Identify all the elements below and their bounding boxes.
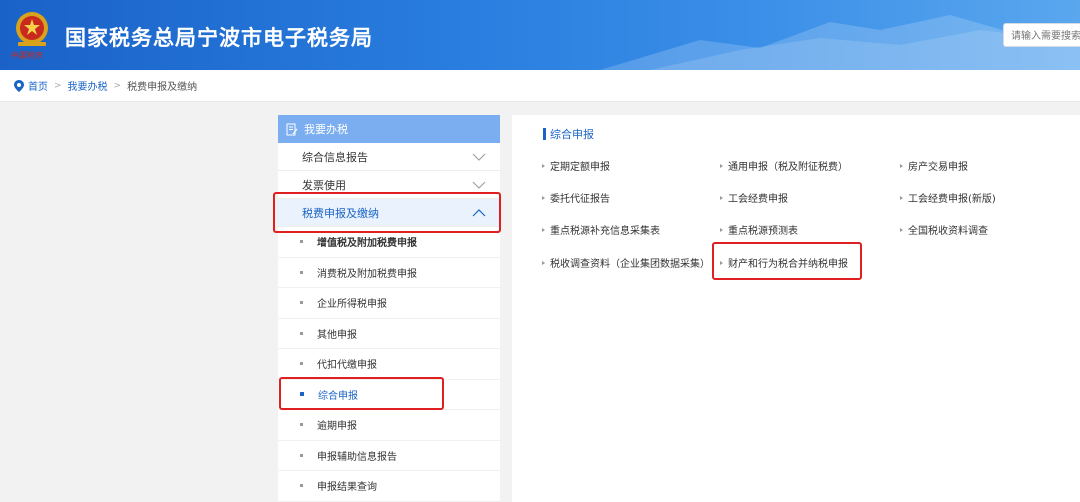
search-input[interactable] bbox=[1004, 25, 1080, 48]
bullet-dot bbox=[300, 362, 303, 366]
sidebar-header: 我要办税 bbox=[278, 115, 500, 143]
sidebar-item-label: 增值税及附加税费申报 bbox=[317, 238, 417, 250]
link-key-source-forecast[interactable]: 重点税源预测表 bbox=[720, 222, 798, 237]
sidebar-group-info-report[interactable]: 综合信息报告 bbox=[278, 143, 500, 171]
bullet-dot bbox=[300, 331, 303, 335]
link-key-source-supplement[interactable]: 重点税源补充信息采集表 bbox=[542, 222, 660, 237]
bullet-dot bbox=[300, 484, 303, 488]
bullet-dot bbox=[300, 270, 303, 274]
triangle-bullet-icon bbox=[720, 195, 723, 200]
sidebar-item-label: 逾期申报 bbox=[317, 421, 357, 433]
link-union-fee-new[interactable]: 工会经费申报(新版) bbox=[900, 190, 996, 205]
link-entrusted-collection[interactable]: 委托代征报告 bbox=[542, 190, 610, 205]
sidebar-item-label: 其他申报 bbox=[317, 329, 357, 341]
site-title: 国家税务总局宁波市电子税务局 bbox=[65, 26, 373, 50]
sidebar-item-overdue[interactable]: 逾期申报 bbox=[278, 410, 500, 441]
sidebar-item-comprehensive[interactable]: 综合申报 bbox=[278, 380, 500, 410]
breadcrumb-tax-link[interactable]: 我要办税 bbox=[68, 78, 108, 93]
triangle-bullet-icon bbox=[542, 260, 545, 265]
link-union-fee[interactable]: 工会经费申报 bbox=[720, 190, 788, 205]
sidebar-group-label: 综合信息报告 bbox=[302, 150, 368, 164]
sidebar-group-label: 发票使用 bbox=[302, 178, 346, 192]
triangle-bullet-icon bbox=[900, 227, 903, 232]
bullet-dot bbox=[300, 301, 303, 305]
sidebar-header-label: 我要办税 bbox=[304, 123, 348, 136]
link-label: 工会经费申报 bbox=[728, 194, 788, 205]
link-label: 定期定额申报 bbox=[550, 162, 610, 173]
sidebar-item-label: 申报结果查询 bbox=[317, 482, 377, 494]
breadcrumb-home-link[interactable]: 首页 bbox=[28, 78, 48, 93]
link-label: 工会经费申报(新版) bbox=[908, 194, 996, 205]
main-content: 综合申报 定期定额申报 通用申报（税及附征税费） 房产交易申报 委托代征报告 工… bbox=[512, 115, 1080, 502]
triangle-bullet-icon bbox=[542, 227, 545, 232]
link-general-filing[interactable]: 通用申报（税及附征税费） bbox=[720, 158, 848, 173]
sidebar-item-withholding[interactable]: 代扣代缴申报 bbox=[278, 349, 500, 380]
link-label: 全国税收资料调查 bbox=[908, 226, 988, 237]
sidebar-group-tax-filing[interactable]: 税费申报及缴纳 bbox=[278, 199, 500, 227]
link-label: 财产和行为税合并纳税申报 bbox=[728, 259, 848, 270]
svg-text:中国税务: 中国税务 bbox=[10, 51, 43, 60]
breadcrumb-current: 税费申报及缴纳 bbox=[127, 82, 198, 93]
sidebar-group-invoice[interactable]: 发票使用 bbox=[278, 171, 500, 199]
triangle-bullet-icon bbox=[900, 195, 903, 200]
triangle-bullet-icon bbox=[720, 260, 723, 265]
bullet-dot bbox=[300, 423, 303, 427]
link-label: 通用申报（税及附征税费） bbox=[728, 162, 848, 173]
link-label: 重点税源预测表 bbox=[728, 226, 798, 237]
sidebar-item-label: 消费税及附加税费申报 bbox=[317, 268, 417, 280]
sidebar-item-auxiliary-report[interactable]: 申报辅助信息报告 bbox=[278, 441, 500, 471]
triangle-bullet-icon bbox=[542, 163, 545, 168]
section-title: 综合申报 bbox=[543, 126, 594, 142]
section-title-label: 综合申报 bbox=[550, 128, 594, 141]
location-pin-icon bbox=[14, 79, 24, 92]
bullet-dot bbox=[300, 392, 304, 397]
link-tax-survey-group[interactable]: 税收调查资料（企业集团数据采集） bbox=[542, 255, 710, 270]
bullet-dot bbox=[300, 453, 303, 457]
chevron-up-icon bbox=[472, 208, 486, 216]
sidebar-item-corporate-income-tax[interactable]: 企业所得税申报 bbox=[278, 288, 500, 319]
link-label: 委托代征报告 bbox=[550, 194, 610, 205]
sidebar-item-vat[interactable]: 增值税及附加税费申报 bbox=[278, 227, 500, 258]
sidebar-item-result-query[interactable]: 申报结果查询 bbox=[278, 471, 500, 502]
chevron-down-icon bbox=[472, 181, 486, 189]
breadcrumb: 首页 > 我要办税 > 税费申报及缴纳 bbox=[0, 70, 1080, 102]
sidebar-item-label: 综合申报 bbox=[318, 390, 358, 402]
search-box[interactable] bbox=[1003, 23, 1080, 48]
link-label: 税收调查资料（企业集团数据采集） bbox=[550, 259, 710, 270]
link-fixed-quota[interactable]: 定期定额申报 bbox=[542, 158, 610, 173]
sidebar-group-label: 税费申报及缴纳 bbox=[302, 206, 379, 220]
sidebar: 我要办税 综合信息报告 发票使用 税费申报及缴纳 增值税及附加税费申报 消费税及… bbox=[278, 115, 500, 502]
sidebar-item-other[interactable]: 其他申报 bbox=[278, 319, 500, 349]
tax-emblem-icon: 中国税务 bbox=[10, 12, 48, 60]
sidebar-item-label: 申报辅助信息报告 bbox=[317, 451, 397, 463]
triangle-bullet-icon bbox=[542, 195, 545, 200]
breadcrumb-separator: > bbox=[54, 80, 62, 91]
document-edit-icon bbox=[286, 123, 298, 135]
title-accent-bar bbox=[543, 128, 546, 140]
triangle-bullet-icon bbox=[720, 163, 723, 168]
breadcrumb-separator: > bbox=[113, 80, 122, 91]
link-label: 重点税源补充信息采集表 bbox=[550, 226, 660, 237]
sidebar-item-label: 企业所得税申报 bbox=[317, 299, 387, 311]
site-header: 中国税务 国家税务总局宁波市电子税务局 bbox=[0, 0, 1080, 70]
sidebar-item-consumption-tax[interactable]: 消费税及附加税费申报 bbox=[278, 258, 500, 288]
sidebar-item-label: 代扣代缴申报 bbox=[317, 360, 377, 372]
bullet-dot bbox=[300, 240, 303, 244]
triangle-bullet-icon bbox=[900, 163, 903, 168]
chevron-down-icon bbox=[472, 153, 486, 161]
link-property-behavior-tax[interactable]: 财产和行为税合并纳税申报 bbox=[720, 255, 848, 270]
triangle-bullet-icon bbox=[720, 227, 723, 232]
link-label: 房产交易申报 bbox=[908, 162, 968, 173]
link-property-transaction[interactable]: 房产交易申报 bbox=[900, 158, 968, 173]
link-national-survey[interactable]: 全国税收资料调查 bbox=[900, 222, 988, 237]
